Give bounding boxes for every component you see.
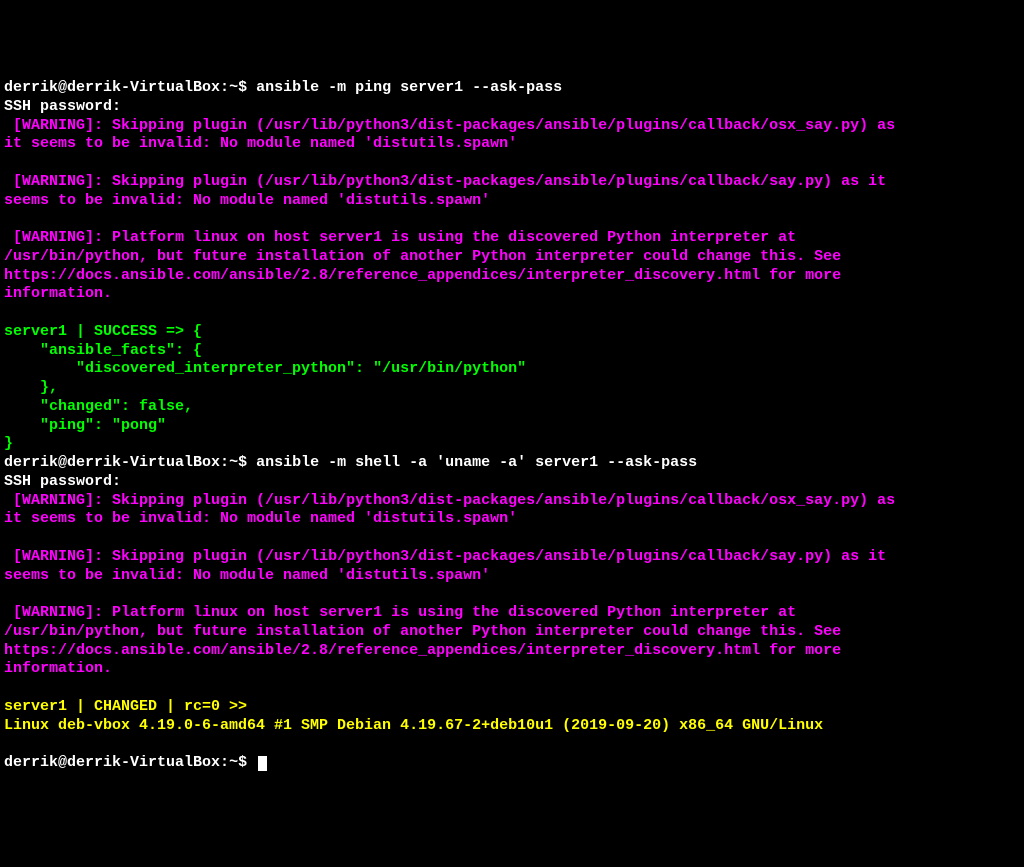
warning-interpreter-1: [WARNING]: Platform linux on host server… — [4, 229, 841, 302]
command-2: ansible -m shell -a 'uname -a' server1 -… — [256, 454, 697, 471]
ansible-success-output: server1 | SUCCESS => { "ansible_facts": … — [4, 323, 526, 453]
ssh-password-prompt-2: SSH password: — [4, 473, 121, 490]
cursor-icon — [258, 756, 267, 771]
command-1: ansible -m ping server1 --ask-pass — [256, 79, 562, 96]
prompt-line-1: derrik@derrik-VirtualBox:~$ ansible -m p… — [4, 79, 562, 96]
warning-say-2: [WARNING]: Skipping plugin (/usr/lib/pyt… — [4, 548, 886, 584]
terminal-output[interactable]: derrik@derrik-VirtualBox:~$ ansible -m p… — [4, 79, 1020, 773]
warning-interpreter-2: [WARNING]: Platform linux on host server… — [4, 604, 841, 677]
prompt-line-3[interactable]: derrik@derrik-VirtualBox:~$ — [4, 754, 256, 771]
ansible-changed-header: server1 | CHANGED | rc=0 >> — [4, 698, 247, 715]
uname-output: Linux deb-vbox 4.19.0-6-amd64 #1 SMP Deb… — [4, 717, 823, 734]
prompt-line-2: derrik@derrik-VirtualBox:~$ ansible -m s… — [4, 454, 697, 471]
warning-say-1: [WARNING]: Skipping plugin (/usr/lib/pyt… — [4, 173, 886, 209]
ssh-password-prompt-1: SSH password: — [4, 98, 121, 115]
warning-osx-say-1: [WARNING]: Skipping plugin (/usr/lib/pyt… — [4, 117, 895, 153]
warning-osx-say-2: [WARNING]: Skipping plugin (/usr/lib/pyt… — [4, 492, 895, 528]
